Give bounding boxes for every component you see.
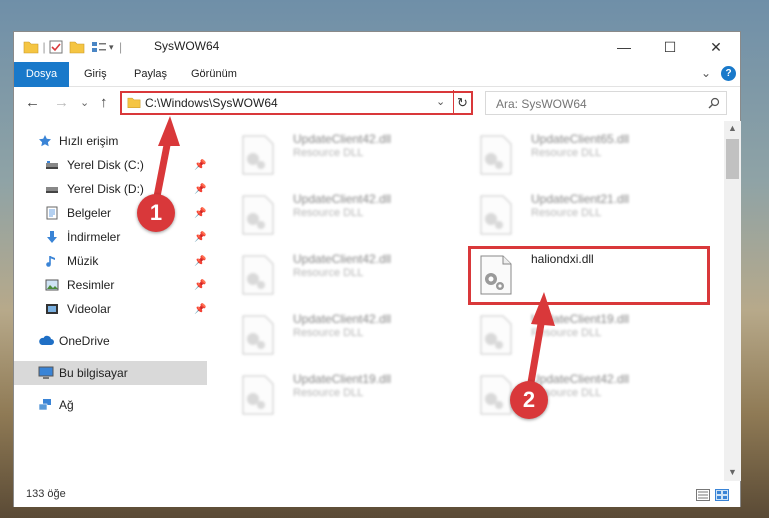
arrow-two-head <box>531 292 555 326</box>
arrow-one-head <box>158 116 180 146</box>
step-marker-two: 2 <box>510 381 548 419</box>
annotation-arrows <box>150 116 555 401</box>
step-marker-one: 1 <box>137 194 175 232</box>
